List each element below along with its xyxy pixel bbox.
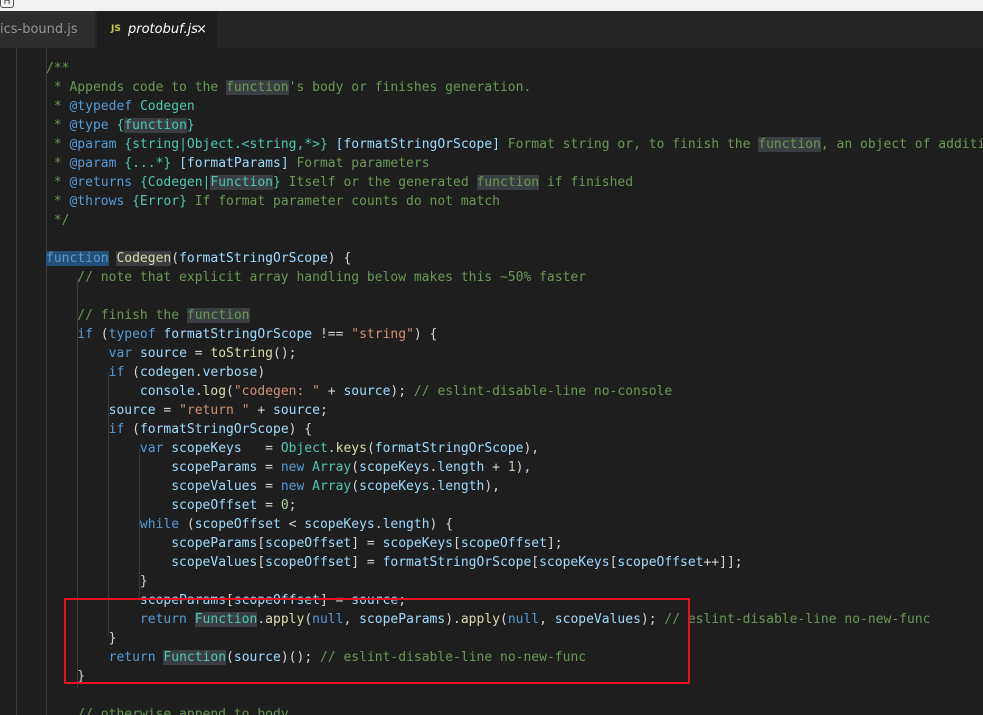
code-line: console.log("codegen: " + source); // es… bbox=[139, 384, 673, 399]
code-line: if (typeof formatStringOrScope !== "stri… bbox=[77, 327, 438, 342]
code-line: * @param {string|Object.<string,*>} [for… bbox=[46, 137, 983, 152]
annotation-highlight-box bbox=[64, 598, 690, 684]
code-line: // note that explicit array handling bel… bbox=[46, 270, 587, 285]
window-top-strip: H bbox=[0, 0, 983, 11]
app-glyph-icon: H bbox=[0, 0, 14, 8]
code-line: scopeParams = new Array(scopeKeys.length… bbox=[171, 460, 532, 475]
code-line: source = "return " + source; bbox=[108, 403, 328, 418]
code-line: while (scopeOffset < scopeKeys.length) { bbox=[139, 517, 454, 532]
code-line: if (formatStringOrScope) { bbox=[108, 422, 313, 437]
code-line: } bbox=[46, 574, 148, 589]
code-line: if (codegen.verbose) bbox=[108, 365, 266, 380]
code-line: var source = toString(); bbox=[108, 346, 297, 361]
code-line: * @param {...*} [formatParams] Format pa… bbox=[46, 156, 430, 171]
tab-protobuf-js[interactable]: JS protobuf.js × bbox=[97, 11, 217, 48]
tab-ics-bound-js[interactable]: ics-bound.js bbox=[0, 11, 96, 48]
code-line: scopeValues = new Array(scopeKeys.length… bbox=[171, 479, 500, 494]
code-line: function Codegen(formatStringOrScope) { bbox=[46, 251, 352, 266]
code-line: scopeOffset = 0; bbox=[171, 498, 297, 513]
code-line: // otherwise append to body bbox=[46, 707, 289, 715]
code-line: /** bbox=[46, 61, 70, 76]
code-line: scopeValues[scopeOffset] = formatStringO… bbox=[171, 555, 743, 570]
indent-guide bbox=[16, 48, 17, 715]
code-editor[interactable]: /** * Appends code to the function's bod… bbox=[0, 48, 983, 715]
code-line: * @type {function} bbox=[46, 118, 195, 133]
close-tab-icon[interactable]: × bbox=[196, 11, 207, 48]
tab-label: protobuf.js bbox=[128, 22, 198, 37]
code-line: var scopeKeys = Object.keys(formatString… bbox=[139, 441, 540, 456]
code-line: scopeParams[scopeOffset] = scopeKeys[sco… bbox=[171, 536, 563, 551]
code-line: * @typedef Codegen bbox=[46, 99, 195, 114]
code-line: // finish the function bbox=[46, 308, 250, 323]
tab-label: ics-bound.js bbox=[0, 22, 78, 37]
code-line: */ bbox=[46, 213, 70, 228]
code-line: * @throws {Error} If format parameter co… bbox=[46, 194, 500, 209]
code-line: * @returns {Codegen|Function} Itself or … bbox=[46, 175, 634, 190]
editor-tab-bar: ics-bound.js JS protobuf.js × bbox=[0, 11, 983, 48]
code-line: * Appends code to the function's body or… bbox=[46, 80, 532, 95]
javascript-file-icon: JS bbox=[111, 24, 121, 34]
